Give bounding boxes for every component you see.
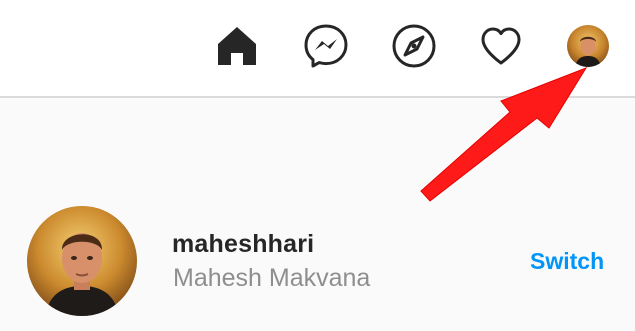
- switch-account-button[interactable]: Switch: [530, 248, 604, 275]
- account-full-name: Mahesh Makvana: [173, 264, 371, 292]
- account-username[interactable]: maheshhari: [172, 230, 314, 259]
- current-account-row: maheshhari Mahesh Makvana Switch: [0, 200, 635, 320]
- account-avatar[interactable]: [27, 206, 137, 316]
